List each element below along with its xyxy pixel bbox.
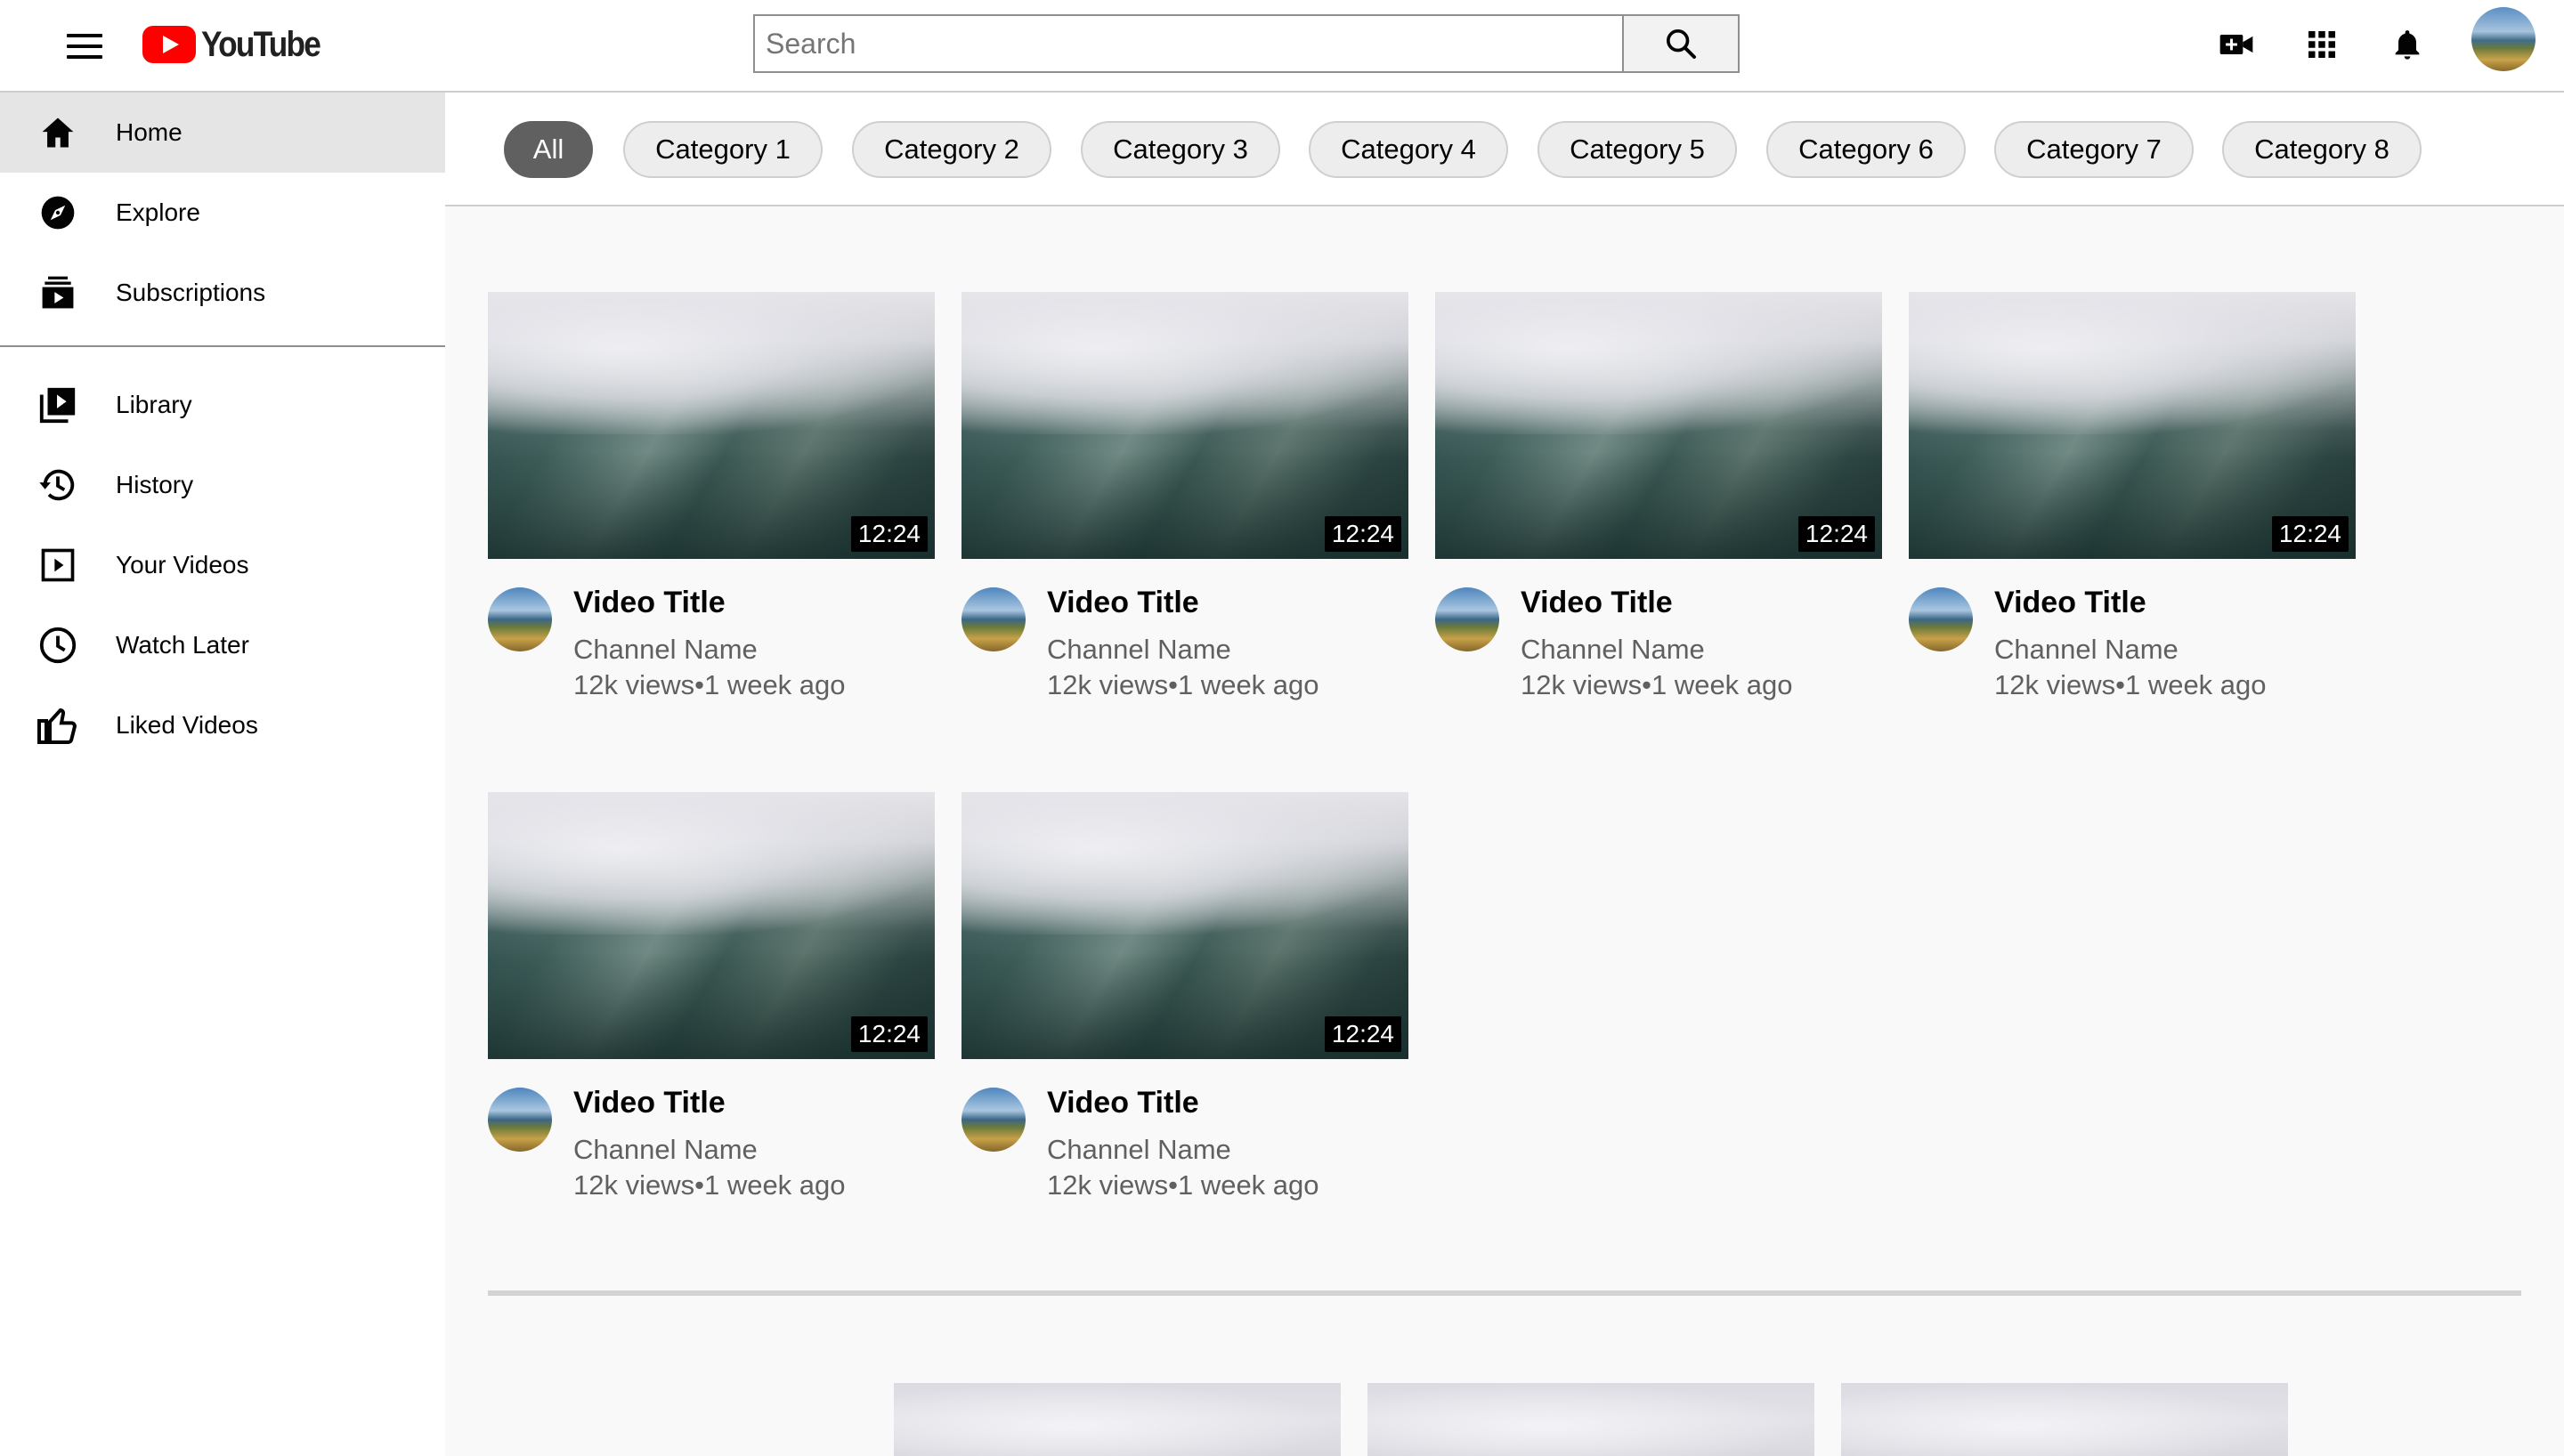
video-card: 12:24 Video Title Channel Name 12k views…: [488, 792, 935, 1201]
sidebar-item-label: Your Videos: [116, 551, 249, 578]
sidebar-item-label: Library: [116, 391, 192, 418]
user-avatar[interactable]: [2471, 7, 2536, 71]
sidebar-item-label: Liked Videos: [116, 711, 258, 739]
section-divider: [488, 1290, 2521, 1296]
notifications-bell-icon[interactable]: [2384, 21, 2430, 68]
subscriptions-icon: [34, 269, 82, 317]
channel-avatar[interactable]: [961, 1088, 1026, 1152]
sidebar-item-your-videos[interactable]: Your Videos: [0, 525, 445, 605]
video-thumbnail[interactable]: 12:24: [961, 292, 1408, 559]
history-icon: [34, 461, 82, 509]
chip-category-1[interactable]: Category 1: [623, 121, 823, 178]
channel-avatar[interactable]: [1909, 587, 1973, 651]
chip-category-3[interactable]: Category 3: [1081, 121, 1280, 178]
video-card: 12:24 Video Title Channel Name 12k views…: [1435, 292, 1882, 700]
video-card: 12:24 Video Title Channel Name 12k views…: [961, 292, 1408, 700]
video-thumbnail[interactable]: 12:24: [1909, 292, 2356, 559]
sidebar-item-label: History: [116, 471, 194, 498]
duration-badge: 12:24: [850, 516, 928, 552]
create-video-icon[interactable]: [2213, 21, 2260, 68]
search-input[interactable]: [755, 16, 1622, 71]
duration-badge: 12:24: [1324, 1016, 1401, 1052]
video-card: 12:24 Video Title Channel Name 12k views…: [961, 792, 1408, 1201]
chip-category-2[interactable]: Category 2: [852, 121, 1051, 178]
duration-badge: 12:24: [1797, 516, 1875, 552]
sidebar-divider: [0, 345, 445, 347]
video-stats: 12k views•1 week ago: [1521, 669, 1793, 700]
video-title[interactable]: Video Title: [573, 1086, 726, 1120]
category-chip-bar: All Category 1 Category 2 Category 3 Cat…: [445, 93, 2564, 206]
video-thumbnail[interactable]: [1367, 1383, 1814, 1456]
sidebar-item-history[interactable]: History: [0, 445, 445, 525]
video-card: 12:24 Video Title Channel Name 12k views…: [488, 292, 935, 700]
sidebar-item-watch-later[interactable]: Watch Later: [0, 605, 445, 685]
video-stats: 12k views•1 week ago: [1047, 1169, 1319, 1201]
logo-text: YouTube: [201, 24, 321, 64]
video-thumbnail[interactable]: 12:24: [488, 292, 935, 559]
chip-category-5[interactable]: Category 5: [1538, 121, 1737, 178]
your-videos-icon: [34, 541, 82, 589]
channel-avatar[interactable]: [488, 1088, 552, 1152]
video-stats: 12k views•1 week ago: [573, 1169, 846, 1201]
sidebar-item-label: Home: [116, 118, 183, 146]
sidebar-item-label: Subscriptions: [116, 279, 266, 306]
video-stats: 12k views•1 week ago: [1047, 669, 1319, 700]
video-thumbnail[interactable]: [894, 1383, 1341, 1456]
sidebar-item-label: Explore: [116, 198, 200, 226]
video-thumbnail[interactable]: 12:24: [488, 792, 935, 1059]
video-thumbnail[interactable]: 12:24: [1435, 292, 1882, 559]
chip-category-8[interactable]: Category 8: [2222, 121, 2422, 178]
video-thumbnail[interactable]: 12:24: [961, 792, 1408, 1059]
video-title[interactable]: Video Title: [1047, 1086, 1199, 1120]
video-thumbnail[interactable]: [1841, 1383, 2288, 1456]
search-icon: [1667, 29, 1696, 59]
thumbs-up-icon: [34, 701, 82, 749]
video-card: 12:24 Video Title Channel Name 12k views…: [1909, 292, 2356, 700]
sidebar-item-subscriptions[interactable]: Subscriptions: [0, 253, 445, 333]
search-button[interactable]: [1622, 16, 1738, 71]
apps-grid-icon[interactable]: [2299, 21, 2345, 68]
channel-name[interactable]: Channel Name: [1994, 634, 2179, 666]
home-icon: [34, 109, 82, 157]
sidebar-item-home[interactable]: Home: [0, 93, 445, 173]
clock-icon: [34, 621, 82, 669]
video-title[interactable]: Video Title: [573, 586, 726, 620]
duration-badge: 12:24: [1324, 516, 1401, 552]
video-stats: 12k views•1 week ago: [573, 669, 846, 700]
sidebar-item-liked-videos[interactable]: Liked Videos: [0, 685, 445, 765]
video-title[interactable]: Video Title: [1994, 586, 2146, 620]
sidebar-item-label: Watch Later: [116, 631, 249, 659]
search-bar: [753, 14, 1740, 73]
chip-category-7[interactable]: Category 7: [1994, 121, 2194, 178]
channel-avatar[interactable]: [1435, 587, 1499, 651]
channel-name[interactable]: Channel Name: [1047, 1134, 1231, 1166]
sidebar: Home Explore Subscriptions Library Histo…: [0, 93, 445, 1456]
video-title[interactable]: Video Title: [1047, 586, 1199, 620]
sidebar-item-library[interactable]: Library: [0, 365, 445, 445]
video-title[interactable]: Video Title: [1521, 586, 1673, 620]
video-stats: 12k views•1 week ago: [1994, 669, 2267, 700]
top-bar: YouTube: [0, 0, 2564, 93]
chip-all[interactable]: All: [504, 121, 593, 178]
duration-badge: 12:24: [850, 1016, 928, 1052]
channel-avatar[interactable]: [488, 587, 552, 651]
duration-badge: 12:24: [2271, 516, 2349, 552]
sidebar-item-explore[interactable]: Explore: [0, 173, 445, 253]
hamburger-menu-icon[interactable]: [55, 23, 114, 69]
chip-category-6[interactable]: Category 6: [1766, 121, 1966, 178]
channel-name[interactable]: Channel Name: [1521, 634, 1705, 666]
channel-name[interactable]: Channel Name: [573, 634, 758, 666]
chip-category-4[interactable]: Category 4: [1309, 121, 1508, 178]
compass-icon: [34, 189, 82, 237]
channel-name[interactable]: Channel Name: [1047, 634, 1231, 666]
channel-name[interactable]: Channel Name: [573, 1134, 758, 1166]
youtube-logo[interactable]: YouTube: [142, 20, 336, 69]
channel-avatar[interactable]: [961, 587, 1026, 651]
play-logo-icon: [142, 26, 196, 63]
library-icon: [34, 381, 82, 429]
